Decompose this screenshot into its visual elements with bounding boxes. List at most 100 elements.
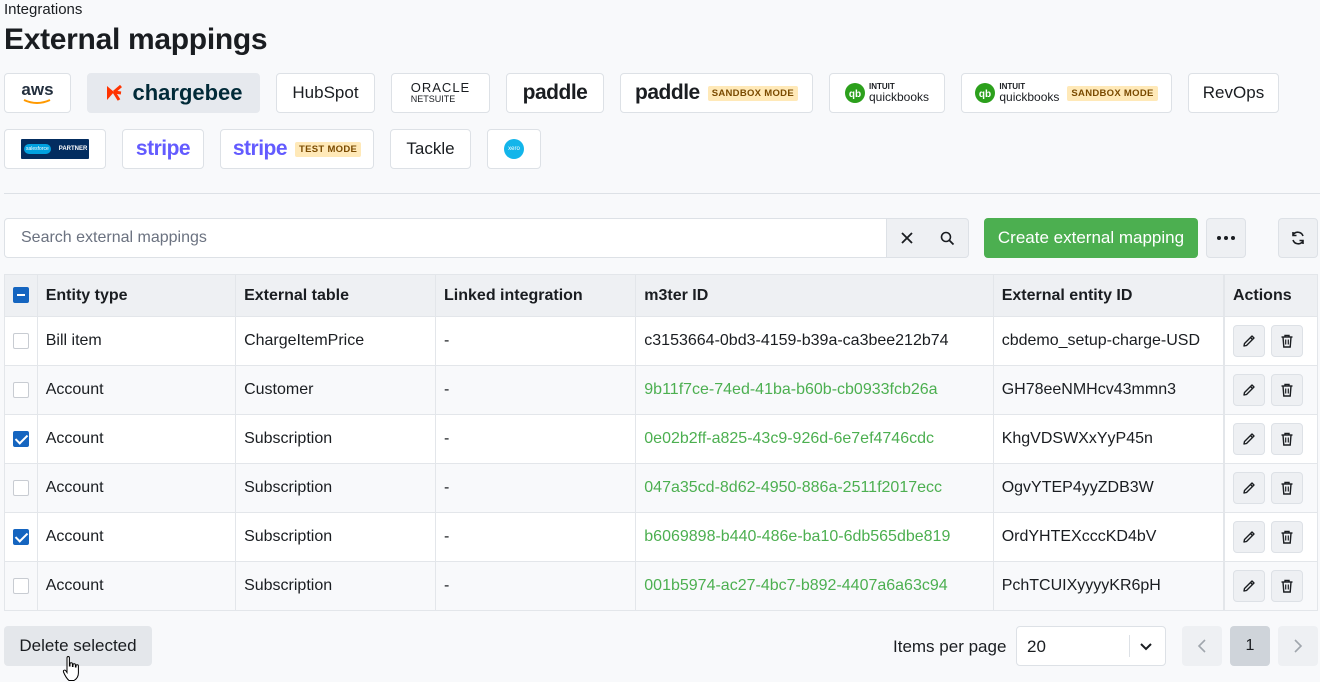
close-icon xyxy=(901,232,913,244)
external-entity-id-cell: PchTCUIXyyyyKR6pH xyxy=(992,561,1225,611)
linked-integration-cell: - xyxy=(435,463,637,513)
column-header-linked-integration[interactable]: Linked integration xyxy=(435,274,637,317)
search-button[interactable] xyxy=(928,219,969,257)
quickbooks-logo: INTUIT quickbooks xyxy=(999,82,1060,104)
xero-logo-icon: xero xyxy=(504,139,524,159)
table-row: Account Subscription - b6069898-b440-486e-b… xyxy=(4,512,1318,562)
row-checkbox[interactable] xyxy=(12,528,29,545)
m3ter-id-link[interactable]: 9b11f7ce-74ed-41ba-b60b-cb0933fcb26a xyxy=(644,381,937,398)
m3ter-id-link[interactable]: 047a35cd-8d62-4950-886a-2511f2017ecc xyxy=(644,479,942,496)
integration-xero[interactable]: xero xyxy=(487,129,541,169)
external-entity-id-cell: KhgVDSWXxYyP45n xyxy=(992,414,1225,464)
items-per-page-label: Items per page xyxy=(893,637,1007,656)
select-all-checkbox[interactable] xyxy=(12,287,29,304)
integration-quickbooks[interactable]: qb INTUIT quickbooks xyxy=(829,73,945,113)
row-checkbox[interactable] xyxy=(12,332,29,349)
row-checkbox[interactable] xyxy=(12,381,29,398)
integration-oracle-netsuite[interactable]: ORACLE NETSUITE xyxy=(391,73,490,113)
m3ter-id-link[interactable]: 0e02b2ff-a825-43c9-926d-6e7ef4746cdc xyxy=(644,430,934,447)
column-header-entity-type[interactable]: Entity type xyxy=(36,274,237,317)
external-mappings-table: Entity type External table Linked integr… xyxy=(4,274,1318,611)
integration-revops[interactable]: RevOps xyxy=(1188,73,1279,113)
column-header-external-entity-id[interactable]: External entity ID xyxy=(992,274,1225,317)
clear-search-button[interactable] xyxy=(887,219,928,257)
items-per-page-select[interactable]: 20 xyxy=(1016,626,1166,666)
table-row: Account Subscription -0e02b2ff-a825-43c9-9… xyxy=(4,414,1318,464)
m3ter-id-cell[interactable]: b6069898-b440-486e-ba10-6db565dbe819 xyxy=(635,512,994,562)
pencil-icon xyxy=(1243,384,1255,396)
trash-icon xyxy=(1281,432,1293,446)
row-checkbox[interactable] xyxy=(12,577,29,594)
integration-aws[interactable]: aws xyxy=(4,73,71,113)
edit-button[interactable] xyxy=(1232,423,1265,455)
delete-button[interactable] xyxy=(1270,374,1303,406)
m3ter-id-text: c3153664-0bd3-4159-b39a-ca3bee212b74 xyxy=(644,332,949,349)
integration-hubspot[interactable]: HubSpot xyxy=(276,73,375,113)
breadcrumb[interactable]: Integrations xyxy=(4,1,82,18)
hubspot-label: HubSpot xyxy=(292,83,359,102)
delete-button[interactable] xyxy=(1270,325,1303,357)
entity-type-cell: Account xyxy=(36,561,237,611)
next-page-button[interactable] xyxy=(1278,626,1318,666)
trash-icon xyxy=(1281,579,1293,593)
external-table-cell: Subscription xyxy=(235,414,437,464)
delete-button[interactable] xyxy=(1270,423,1303,455)
integration-salesforce[interactable]: salesforce PARTNER xyxy=(4,129,106,169)
stripe-logo: stripe xyxy=(232,137,288,160)
search-input[interactable] xyxy=(5,219,885,257)
refresh-button[interactable] xyxy=(1278,218,1318,258)
integration-stripe[interactable]: stripe xyxy=(122,129,204,169)
row-select-cell xyxy=(4,463,38,513)
m3ter-id-cell[interactable]: 0e02b2ff-a825-43c9-926d-6e7ef4746cdc xyxy=(635,414,994,464)
create-external-mapping-button[interactable]: Create external mapping xyxy=(984,218,1198,258)
table-header-row: Entity type External table Linked integr… xyxy=(4,274,1318,317)
column-header-m3ter-id[interactable]: m3ter ID xyxy=(635,274,994,317)
integration-paddle-sandbox[interactable]: paddle SANDBOX MODE xyxy=(620,73,813,113)
page-1-button[interactable]: 1 xyxy=(1230,626,1270,666)
salesforce-partner-logo: salesforce PARTNER xyxy=(21,139,89,159)
m3ter-id-cell[interactable]: 047a35cd-8d62-4950-886a-2511f2017ecc xyxy=(635,463,994,513)
delete-button[interactable] xyxy=(1270,570,1303,602)
edit-button[interactable] xyxy=(1232,472,1265,504)
edit-button[interactable] xyxy=(1232,570,1265,602)
m3ter-id-cell[interactable]: 9b11f7ce-74ed-41ba-b60b-cb0933fcb26a xyxy=(635,365,994,415)
edit-button[interactable] xyxy=(1232,374,1265,406)
delete-button[interactable] xyxy=(1270,521,1303,553)
row-checkbox[interactable] xyxy=(12,430,29,447)
integration-stripe-test[interactable]: stripe TEST MODE xyxy=(220,129,374,169)
quickbooks-icon: qb xyxy=(844,83,865,103)
more-options-button[interactable] xyxy=(1206,218,1246,258)
integration-tackle[interactable]: Tackle xyxy=(390,129,471,169)
integration-quickbooks-sandbox[interactable]: qb INTUIT quickbooks SANDBOX MODE xyxy=(961,73,1172,113)
linked-integration-cell: - xyxy=(435,316,637,366)
hand-pointer-icon xyxy=(62,656,79,681)
sandbox-mode-badge: SANDBOX MODE xyxy=(1067,85,1158,101)
linked-integration-cell: - xyxy=(435,414,637,464)
delete-button[interactable] xyxy=(1270,472,1303,504)
tackle-label: Tackle xyxy=(406,139,455,158)
actions-cell xyxy=(1222,512,1318,562)
trash-icon xyxy=(1281,481,1293,495)
edit-button[interactable] xyxy=(1232,521,1265,553)
pencil-icon xyxy=(1243,482,1255,494)
m3ter-id-link[interactable]: b6069898-b440-486e-ba10-6db565dbe819 xyxy=(644,528,950,545)
external-table-cell: Subscription xyxy=(235,561,437,611)
entity-type-cell: Account xyxy=(36,414,237,464)
m3ter-id-cell: c3153664-0bd3-4159-b39a-ca3bee212b74 xyxy=(635,316,994,366)
actions-cell xyxy=(1222,561,1318,611)
m3ter-id-cell[interactable]: 001b5974-ac27-4bc7-b892-4407a6a63c94 xyxy=(635,561,994,611)
row-checkbox[interactable] xyxy=(12,479,29,496)
m3ter-id-link[interactable]: 001b5974-ac27-4bc7-b892-4407a6a63c94 xyxy=(644,577,947,594)
integration-paddle[interactable]: paddle xyxy=(506,73,604,113)
pencil-icon xyxy=(1243,531,1255,543)
trash-icon xyxy=(1281,334,1293,348)
previous-page-button[interactable] xyxy=(1182,626,1222,666)
integration-chargebee[interactable]: chargebee xyxy=(87,73,260,113)
column-header-external-table[interactable]: External table xyxy=(235,274,437,317)
edit-button[interactable] xyxy=(1232,325,1265,357)
column-header-actions: Actions xyxy=(1222,274,1318,317)
chargebee-logo-icon xyxy=(107,84,123,101)
actions-cell xyxy=(1222,414,1318,464)
actions-cell xyxy=(1222,365,1318,415)
svg-text:qb: qb xyxy=(979,89,991,100)
